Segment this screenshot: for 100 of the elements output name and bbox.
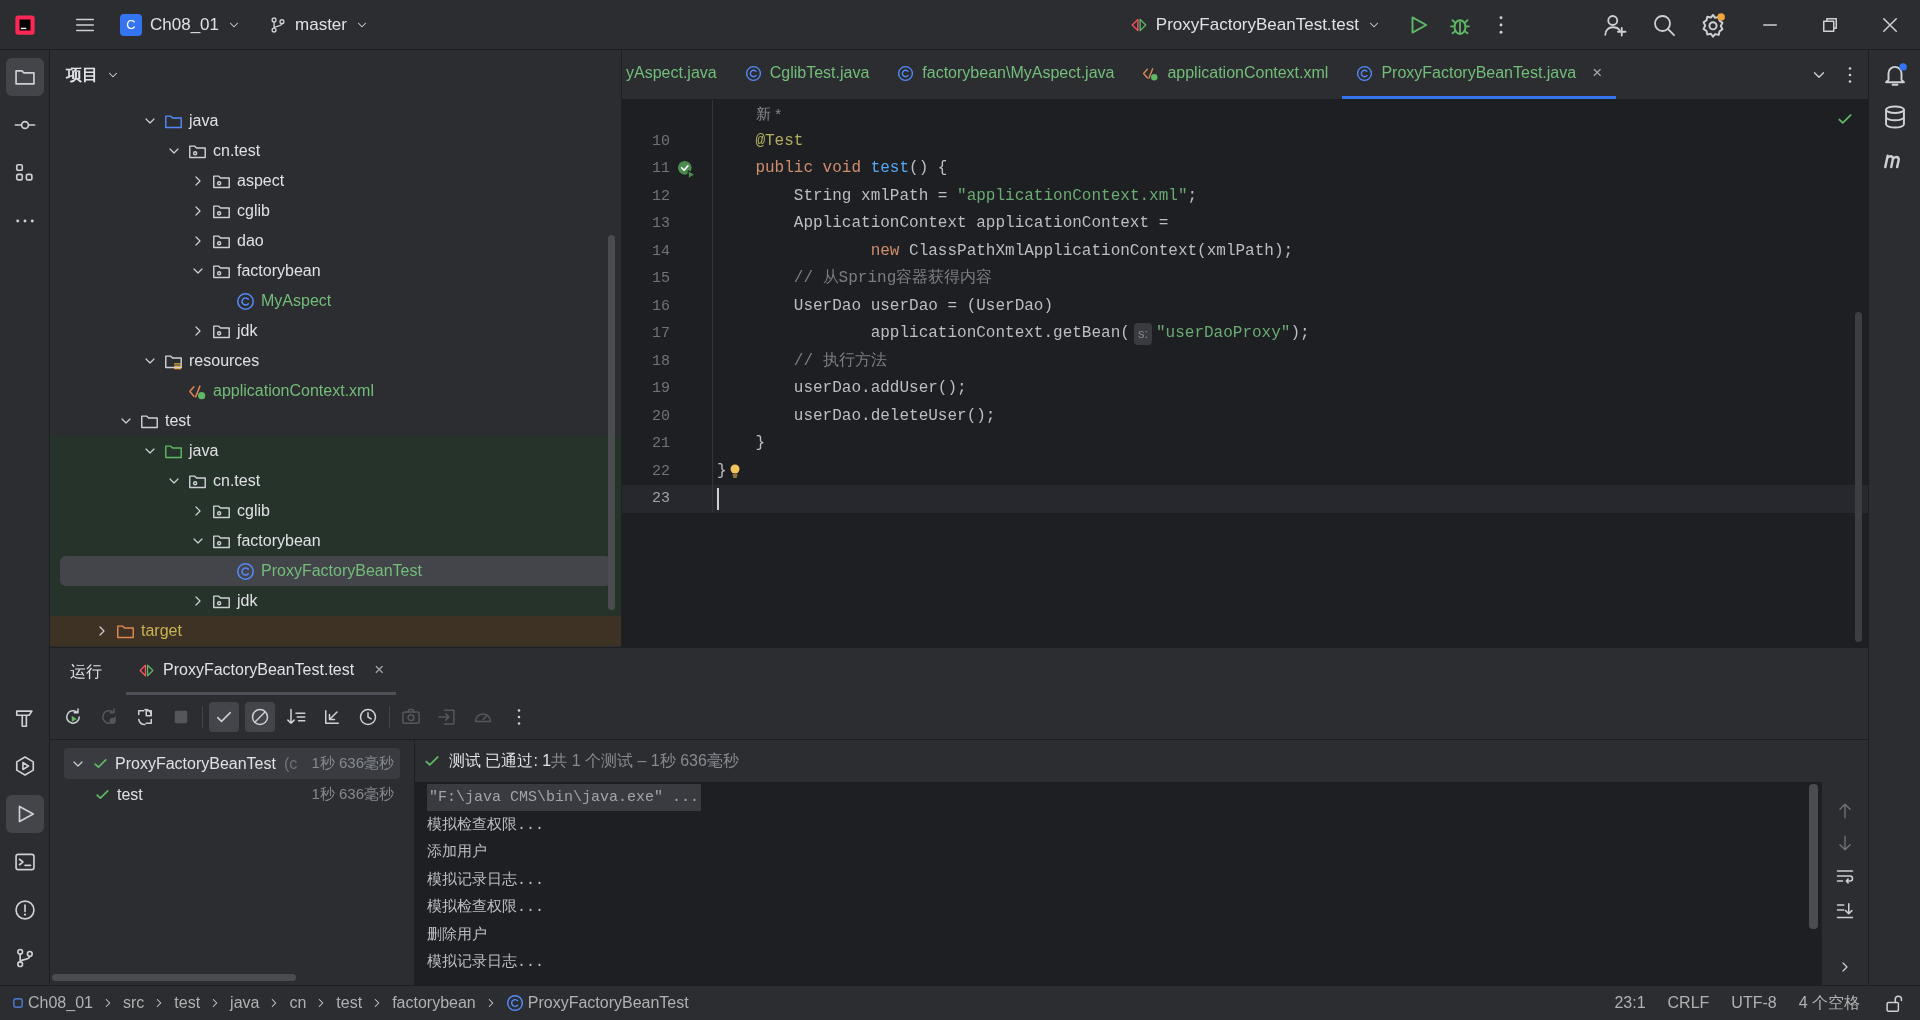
code-token: // 从Spring容器获得内容 xyxy=(792,267,993,289)
line-number: 17 xyxy=(652,325,670,342)
line-number: 11 xyxy=(652,160,670,177)
more-icon[interactable] xyxy=(1499,15,1503,34)
editor-tab[interactable]: factorybean\MyAspect.java xyxy=(883,50,1129,99)
app-logo-icon xyxy=(14,13,36,36)
tree-item[interactable]: resources xyxy=(60,346,611,376)
breadcrumb[interactable]: Ch08_01 xyxy=(12,991,93,1015)
test-item[interactable]: ProxyFactoryBeanTest (c 1秒 636毫秒 xyxy=(64,748,400,779)
code-token: ); xyxy=(1290,323,1310,344)
code-token: // 执行方法 xyxy=(792,350,887,372)
class-icon xyxy=(236,561,255,581)
add-user-icon[interactable] xyxy=(1603,12,1627,37)
breadcrumb[interactable]: ProxyFactoryBeanTest xyxy=(505,991,689,1015)
more-icon xyxy=(517,709,521,725)
line-number: 19 xyxy=(652,380,670,397)
more-icon[interactable] xyxy=(1848,66,1852,83)
console-line: 模拟记录日志... xyxy=(427,952,544,974)
tree-item[interactable]: ProxyFactoryBeanTest xyxy=(60,556,611,586)
panel-title[interactable]: 项目 xyxy=(62,63,124,87)
tree-item[interactable]: jdk xyxy=(60,586,611,616)
editor-tab[interactable]: applicationContext.xml xyxy=(1128,50,1343,99)
code-token: ApplicationContext applicationContext = xyxy=(792,213,1169,234)
code-token: ClassPathXmlApplicationContext(xmlPath); xyxy=(909,240,1294,262)
collapse-icon xyxy=(322,707,342,727)
breadcrumb[interactable]: src xyxy=(122,991,145,1015)
tree-item[interactable]: target xyxy=(60,616,611,646)
console-line: 模拟检查权限... xyxy=(427,897,544,919)
tree-item[interactable]: jdk xyxy=(60,316,611,346)
panel-title: 运行 xyxy=(69,661,103,682)
branch-selector[interactable]: master xyxy=(261,7,377,42)
tree-item[interactable]: applicationContext.xml xyxy=(60,376,611,406)
tree-item[interactable]: factorybean xyxy=(60,526,611,556)
toggle-icon xyxy=(135,707,155,727)
scrollbar[interactable] xyxy=(52,974,296,981)
console-line: 删除用户 xyxy=(427,925,487,946)
line-number: 12 xyxy=(652,187,670,205)
line-number: 14 xyxy=(652,242,670,260)
close-tab-button[interactable]: × xyxy=(1592,60,1603,86)
status-item[interactable]: 23:1 xyxy=(1614,991,1646,1015)
clock-icon xyxy=(358,707,378,727)
console-line: 模拟检查权限... xyxy=(427,815,544,836)
tree-item[interactable]: cglib xyxy=(60,196,611,226)
breadcrumb[interactable]: cn xyxy=(289,991,307,1015)
usage-hint[interactable]: 新 * xyxy=(756,100,781,128)
code-token: userDao.addUser(); xyxy=(792,378,967,399)
settings-icon[interactable] xyxy=(1700,11,1726,38)
scrollbar[interactable] xyxy=(1809,784,1818,929)
tree-item[interactable]: MyAspect xyxy=(60,286,611,316)
line-number: 22 xyxy=(652,462,670,480)
editor-tab[interactable]: yAspect.java xyxy=(622,50,731,99)
tree-item[interactable]: cglib xyxy=(60,496,611,526)
breadcrumb[interactable]: factorybean xyxy=(392,991,476,1015)
scrollbar[interactable] xyxy=(1855,312,1862,642)
tool-window-button[interactable] xyxy=(5,795,44,833)
arrow-up-icon[interactable] xyxy=(1836,802,1854,820)
test-item[interactable]: test 1秒 636毫秒 xyxy=(64,779,400,810)
project-selector[interactable]: C Ch08_01 xyxy=(112,7,249,42)
services-icon xyxy=(13,755,36,777)
scroll-to-end-icon[interactable] xyxy=(1835,900,1855,920)
run-tab[interactable]: ProxyFactoryBeanTest.test × xyxy=(126,648,397,695)
camera-icon xyxy=(401,707,421,727)
status-item[interactable]: CRLF xyxy=(1667,991,1710,1015)
branch-icon xyxy=(269,15,287,34)
line-number: 15 xyxy=(652,270,670,287)
search-icon[interactable] xyxy=(1652,12,1676,37)
tree-item[interactable]: cn.test xyxy=(60,136,611,166)
tree-item[interactable]: aspect xyxy=(60,166,611,196)
tool-window-button[interactable] xyxy=(5,58,44,96)
scrollbar[interactable] xyxy=(608,235,615,610)
lock-open-icon[interactable] xyxy=(1884,993,1904,1013)
tree-item[interactable]: cn.test xyxy=(60,466,611,496)
line-number: 21 xyxy=(652,435,670,452)
test-passed-run-icon[interactable] xyxy=(676,158,696,179)
editor-tab[interactable]: CglibTest.java xyxy=(730,50,884,99)
toolbar-button[interactable] xyxy=(209,702,239,732)
run-configuration-selector[interactable]: ProxyFactoryBeanTest.test xyxy=(1121,7,1389,42)
code-token: } xyxy=(717,460,727,482)
editor-tab[interactable]: ProxyFactoryBeanTest.java × xyxy=(1342,50,1617,99)
tree-item[interactable]: java xyxy=(60,106,611,136)
close-tab-button[interactable]: × xyxy=(374,657,385,683)
toolbar-button[interactable] xyxy=(245,702,275,732)
code-token: @Test xyxy=(754,130,804,152)
status-item[interactable]: 4 个空格 xyxy=(1798,991,1860,1015)
status-item[interactable]: UTF-8 xyxy=(1731,991,1777,1015)
breadcrumb[interactable]: test xyxy=(336,991,363,1015)
console-line: 添加用户 xyxy=(427,842,487,864)
line-number: 23 xyxy=(652,490,670,507)
code-token: String xmlPath = xyxy=(792,185,949,207)
tree-item[interactable]: test xyxy=(60,406,611,436)
problems-icon xyxy=(13,899,36,921)
tree-item[interactable]: java xyxy=(60,436,611,466)
tree-item[interactable]: dao xyxy=(60,226,611,256)
class-icon xyxy=(236,291,255,311)
tree-item-label: ProxyFactoryBeanTest xyxy=(261,561,422,581)
breadcrumb[interactable]: test xyxy=(174,991,201,1015)
breadcrumb[interactable]: java xyxy=(230,991,260,1015)
tree-item[interactable]: factorybean xyxy=(60,256,611,286)
tree-item-label: applicationContext.xml xyxy=(213,381,374,401)
arrow-down-icon[interactable] xyxy=(1836,834,1854,852)
